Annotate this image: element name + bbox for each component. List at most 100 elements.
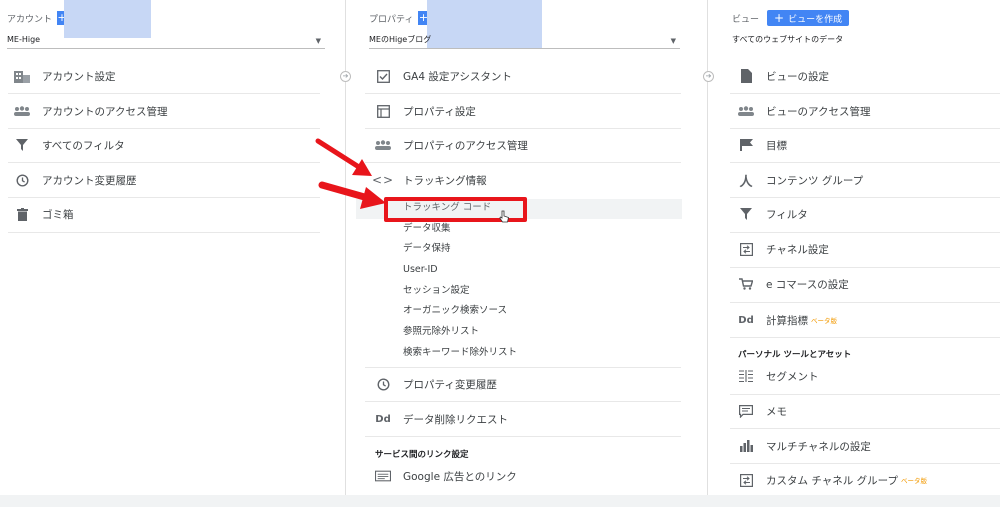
view-column: ビュー + ビューを作成 すべてのウェブサイトのデータ ビューの設定 ビューのア… xyxy=(718,0,1000,495)
google-ads-link-label: Google 広告とのリンク xyxy=(403,470,517,483)
view-selector[interactable]: すべてのウェブサイトのデータ xyxy=(732,32,1000,48)
memo-icon xyxy=(738,403,754,419)
account-settings-label: アカウント設定 xyxy=(42,70,116,83)
divider xyxy=(8,128,320,129)
memo-item[interactable]: メモ xyxy=(738,396,787,426)
document-icon xyxy=(738,68,754,84)
flag-icon xyxy=(738,137,754,153)
bar-chart-icon xyxy=(738,438,754,454)
channel-settings-label: チャネル設定 xyxy=(766,243,829,256)
divider xyxy=(730,428,1000,429)
filter-icon xyxy=(14,137,30,153)
account-history-item[interactable]: アカウント変更履歴 xyxy=(14,165,137,195)
view-header-label: ビュー xyxy=(732,14,760,25)
annotation-arrow-icon xyxy=(315,138,372,176)
view-settings-label: ビューの設定 xyxy=(766,70,829,83)
divider xyxy=(8,232,320,233)
tracking-info-label: トラッキング情報 xyxy=(403,174,487,187)
personal-tools-section-title: パーソナル ツールとアセット xyxy=(738,350,852,360)
property-settings-item[interactable]: プロパティ設定 xyxy=(375,96,476,126)
create-view-button[interactable]: + ビューを作成 xyxy=(767,10,850,26)
google-ads-link-item[interactable]: Google 広告とのリンク xyxy=(375,461,517,491)
view-filter-item[interactable]: フィルタ xyxy=(738,199,808,229)
memo-label: メモ xyxy=(766,405,787,418)
divider xyxy=(365,436,681,437)
divider xyxy=(365,367,681,368)
property-access-label: プロパティのアクセス管理 xyxy=(403,139,528,152)
divider xyxy=(365,162,681,163)
dd-icon: Dd xyxy=(738,314,754,326)
create-view-label: ビューを作成 xyxy=(788,14,843,25)
trash-item[interactable]: ゴミ箱 xyxy=(14,199,74,229)
filter-icon xyxy=(738,206,754,222)
segments-item[interactable]: セグメント xyxy=(738,361,819,391)
view-access-item[interactable]: ビューのアクセス管理 xyxy=(738,96,870,126)
channel-icon xyxy=(738,472,754,488)
custom-channel-group-item[interactable]: カスタム チャネル グループ ベータ版 xyxy=(738,465,927,495)
divider xyxy=(730,302,1000,303)
property-column: プロパティ + MEのHigeブログ ▼ GA4 設定アシスタント プロパティ設… xyxy=(355,0,700,495)
history-icon xyxy=(375,376,391,392)
search-term-exclusion-item[interactable]: 検索キーワード除外リスト xyxy=(403,344,517,362)
data-retention-item[interactable]: データ保持 xyxy=(403,240,451,258)
property-history-item[interactable]: プロパティ変更履歴 xyxy=(375,369,497,399)
goals-label: 目標 xyxy=(766,139,787,152)
divider xyxy=(730,267,1000,268)
cart-icon xyxy=(738,276,754,292)
channel-icon xyxy=(738,241,754,257)
content-group-item[interactable]: 人 コンテンツ グループ xyxy=(738,165,863,195)
annotation-arrows xyxy=(315,138,386,209)
account-settings-item[interactable]: アカウント設定 xyxy=(14,61,116,91)
divider xyxy=(730,232,1000,233)
divider xyxy=(365,401,681,402)
annotation-arrow-icon xyxy=(318,181,386,209)
checklist-icon xyxy=(375,68,391,84)
ga4-assistant-label: GA4 設定アシスタント xyxy=(403,70,512,83)
segments-label: セグメント xyxy=(766,370,819,383)
property-selector[interactable]: MEのHigeブログ ▼ xyxy=(369,32,680,49)
segment-icon xyxy=(738,368,754,384)
view-header: ビュー + ビューを作成 xyxy=(732,8,850,28)
ga4-assistant-item[interactable]: GA4 設定アシスタント xyxy=(375,61,512,91)
multichannel-settings-item[interactable]: マルチチャネルの設定 xyxy=(738,431,871,461)
account-column: アカウント + ME-Hige ▼ アカウント設定 アカウントのアクセス管理 す… xyxy=(0,0,330,495)
divider xyxy=(730,197,1000,198)
channel-settings-item[interactable]: チャネル設定 xyxy=(738,234,829,264)
arrow-right-icon: ➔ xyxy=(340,71,351,82)
account-header: アカウント + xyxy=(7,8,68,28)
user-id-item[interactable]: User-ID xyxy=(403,261,438,279)
divider xyxy=(730,394,1000,395)
organic-search-sources-item[interactable]: オーガニック検索ソース xyxy=(403,302,507,320)
calculated-metrics-label: 計算指標 xyxy=(766,314,808,327)
divider xyxy=(365,128,681,129)
ecommerce-settings-label: e コマースの設定 xyxy=(766,278,849,291)
people-icon xyxy=(738,103,754,119)
chevron-down-icon: ▼ xyxy=(670,37,676,45)
account-selector[interactable]: ME-Hige ▼ xyxy=(7,32,325,49)
service-links-section-title: サービス間のリンク設定 xyxy=(375,450,469,460)
divider xyxy=(730,337,1000,338)
multichannel-settings-label: マルチチャネルの設定 xyxy=(766,440,871,453)
trash-label: ゴミ箱 xyxy=(42,208,74,221)
account-header-label: アカウント xyxy=(7,14,53,25)
ecommerce-settings-item[interactable]: e コマースの設定 xyxy=(738,269,849,299)
account-selector-value: ME-Hige xyxy=(7,35,41,44)
view-filter-label: フィルタ xyxy=(766,208,808,221)
history-icon xyxy=(14,172,30,188)
view-settings-item[interactable]: ビューの設定 xyxy=(738,61,829,91)
data-deletion-item[interactable]: Dd データ削除リクエスト xyxy=(375,404,508,434)
divider xyxy=(365,93,681,94)
content-group-label: コンテンツ グループ xyxy=(766,174,864,187)
account-history-label: アカウント変更履歴 xyxy=(42,174,137,187)
referral-exclusion-item[interactable]: 参照元除外リスト xyxy=(403,323,479,341)
divider xyxy=(8,197,320,198)
account-access-item[interactable]: アカウントのアクセス管理 xyxy=(14,96,167,126)
all-filters-item[interactable]: すべてのフィルタ xyxy=(14,130,125,160)
session-settings-item[interactable]: セッション設定 xyxy=(403,282,470,300)
property-header: プロパティ + xyxy=(369,8,429,28)
chevron-down-icon: ▼ xyxy=(315,37,321,45)
goals-item[interactable]: 目標 xyxy=(738,130,787,160)
calculated-metrics-item[interactable]: Dd 計算指標 ベータ版 xyxy=(738,305,837,335)
data-collection-item[interactable]: データ収集 xyxy=(403,220,451,238)
custom-channel-group-label: カスタム チャネル グループ xyxy=(766,474,898,487)
